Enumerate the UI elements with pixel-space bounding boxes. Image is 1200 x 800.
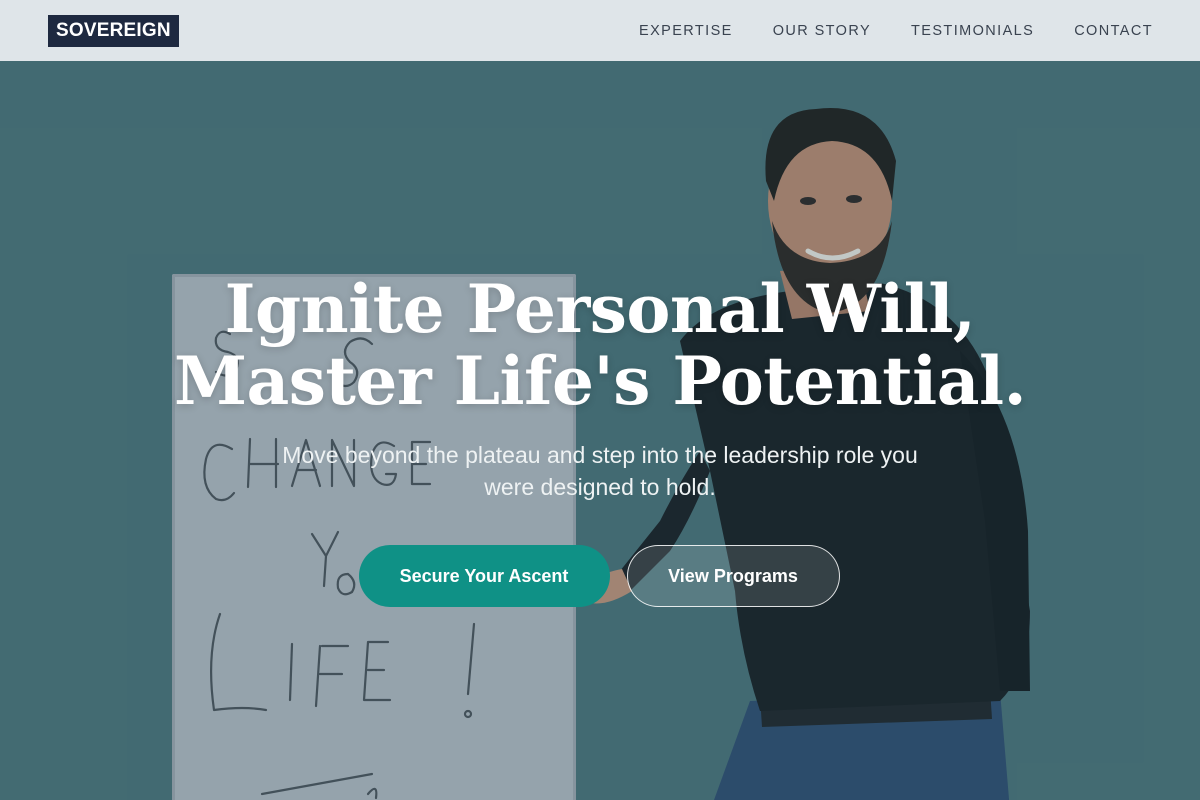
nav-link-testimonials[interactable]: TESTIMONIALS bbox=[911, 23, 1034, 39]
brand-logo[interactable]: SOVEREIGN bbox=[48, 14, 179, 47]
hero-subtitle: Move beyond the plateau and step into th… bbox=[282, 442, 918, 500]
secure-your-ascent-button[interactable]: Secure Your Ascent bbox=[358, 545, 610, 607]
site-header: SOVEREIGN EXPERTISE OUR STORY TESTIMONIA… bbox=[0, 0, 1200, 61]
hero-actions: Secure Your Ascent View Programs bbox=[0, 545, 1200, 607]
hero-section: Ignite Personal Will, Master Life's Pote… bbox=[0, 61, 1200, 800]
nav-link-expertise[interactable]: EXPERTISE bbox=[639, 23, 733, 39]
hero-headline-line2: Master Life's Potential. bbox=[173, 342, 1027, 420]
hero-headline-line1: Ignite Personal Will, bbox=[224, 270, 976, 348]
main-nav: EXPERTISE OUR STORY TESTIMONIALS CONTACT bbox=[639, 23, 1153, 39]
hero-headline: Ignite Personal Will, Master Life's Pote… bbox=[0, 273, 1200, 417]
nav-link-our-story[interactable]: OUR STORY bbox=[773, 23, 871, 39]
view-programs-button[interactable]: View Programs bbox=[626, 545, 840, 607]
hero-content: Ignite Personal Will, Master Life's Pote… bbox=[0, 273, 1200, 607]
nav-link-contact[interactable]: CONTACT bbox=[1074, 23, 1153, 39]
